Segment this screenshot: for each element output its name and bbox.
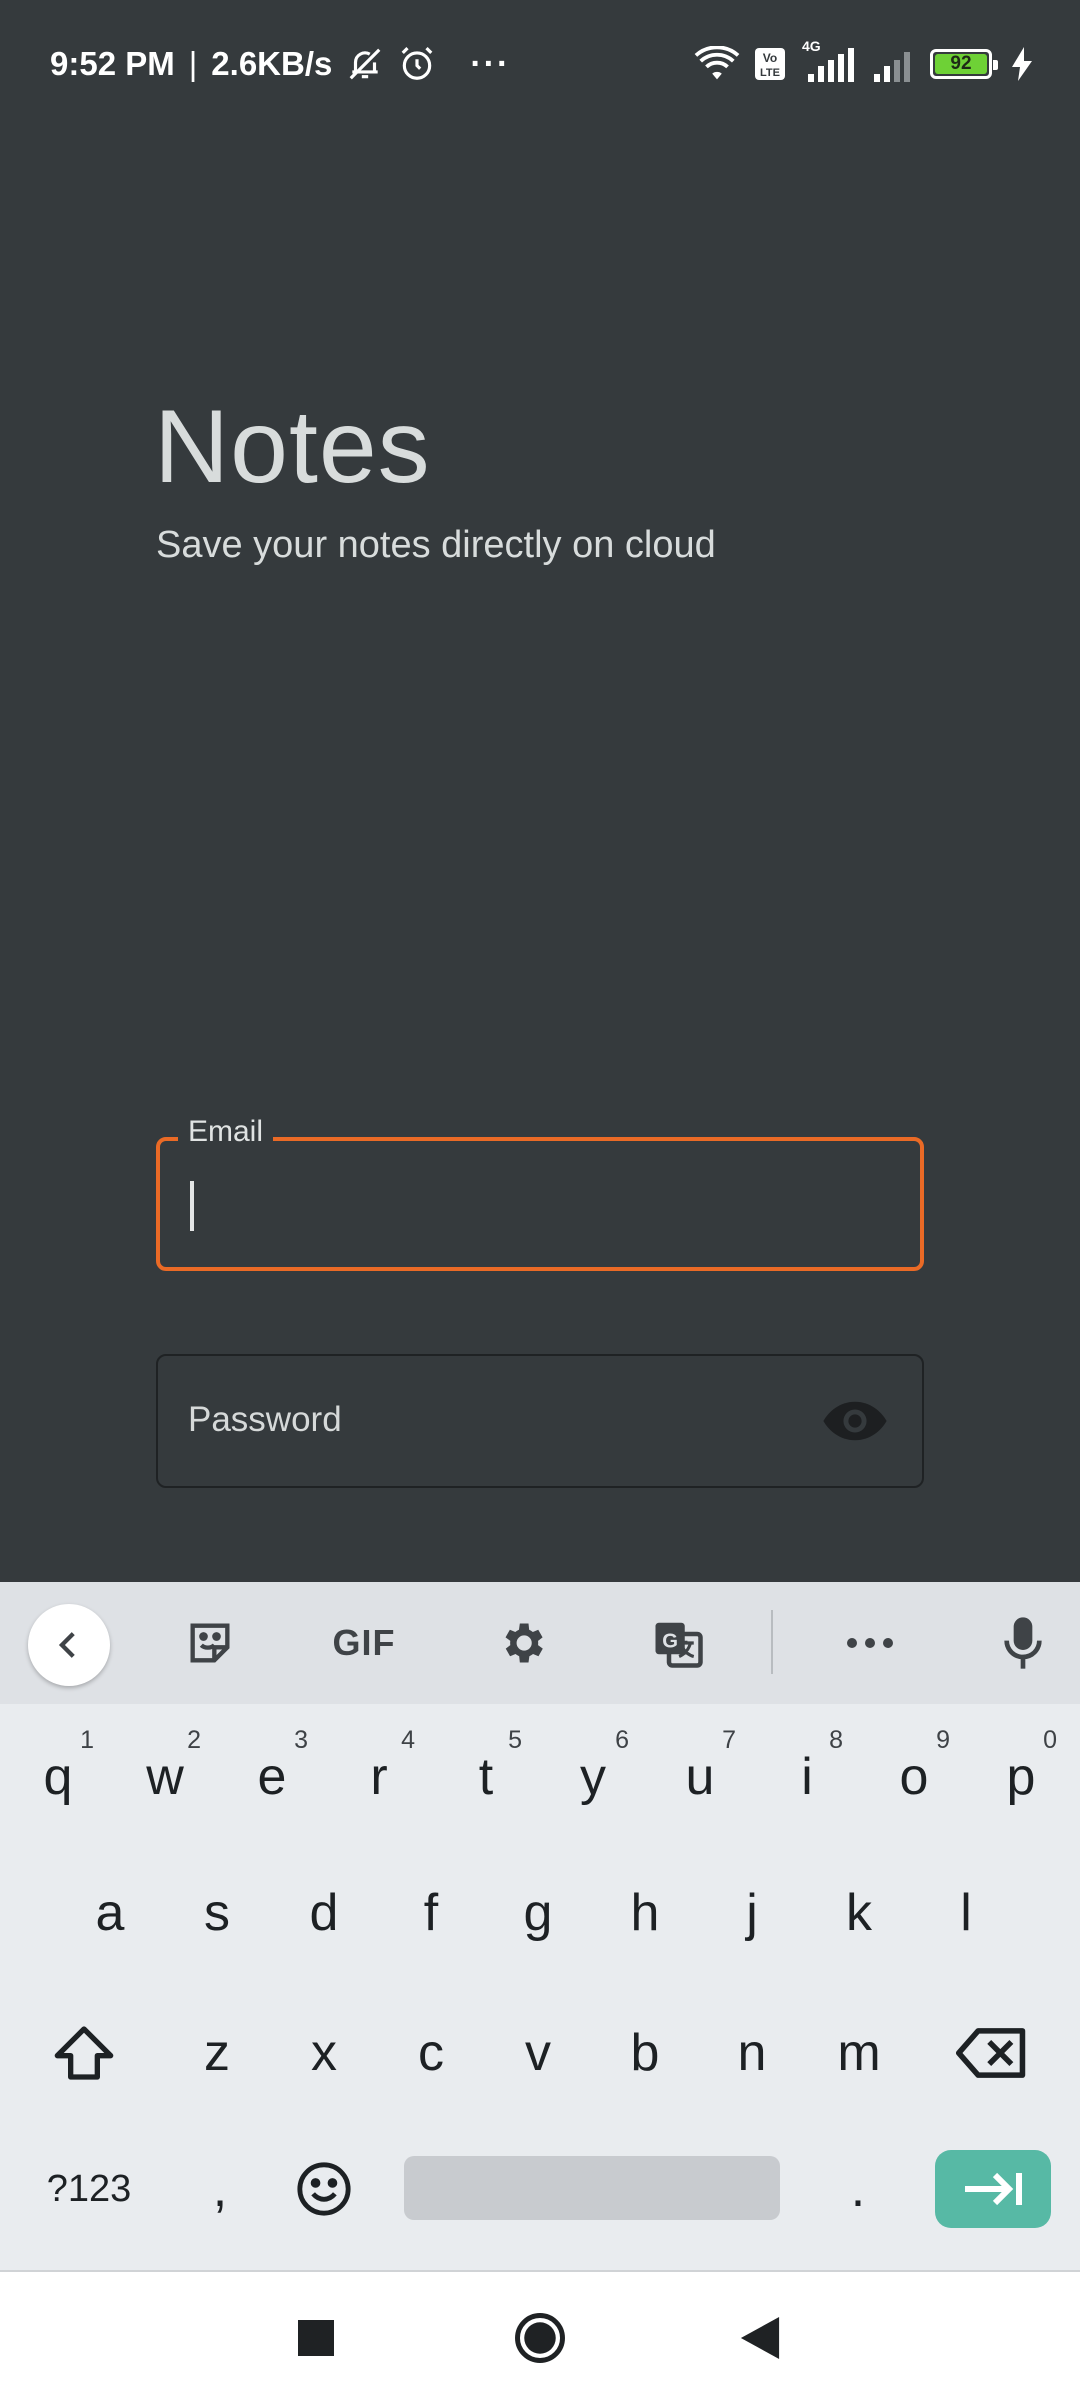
key-m[interactable]: m (809, 1998, 909, 2108)
period-key[interactable]: . (808, 2134, 908, 2244)
network-type: 4G (802, 38, 821, 54)
login-screen: 9:52 PM | 2.6KB/s ··· Vo LTE 4G 92 Notes… (0, 0, 1080, 2400)
password-placeholder: Password (188, 1400, 342, 1439)
shift-icon[interactable] (34, 1998, 134, 2108)
key-w[interactable]: w2 (115, 1722, 215, 1832)
more-notifications: ··· (470, 44, 511, 83)
key-f[interactable]: f (381, 1858, 481, 1968)
gif-label: GIF (332, 1622, 396, 1663)
microphone-icon[interactable] (996, 1608, 1050, 1678)
key-t[interactable]: t5 (436, 1722, 536, 1832)
key-l[interactable]: l (916, 1858, 1016, 1968)
sticker-icon[interactable] (180, 1608, 240, 1678)
navigation-bar (0, 2270, 1080, 2400)
backspace-icon[interactable] (942, 1998, 1042, 2108)
translate-icon[interactable]: G (648, 1608, 708, 1678)
gear-icon[interactable] (494, 1608, 550, 1678)
network-speed: 2.6KB/s (211, 45, 333, 82)
more-horizontal-icon[interactable] (842, 1608, 898, 1678)
toolbar-divider (771, 1610, 773, 1674)
chevron-left-icon[interactable] (28, 1604, 110, 1686)
email-label: Email (178, 1115, 274, 1149)
next-field-icon[interactable] (935, 2150, 1051, 2228)
key-h[interactable]: h (595, 1858, 695, 1968)
status-separator: | (188, 45, 198, 82)
signal-icon: 4G (800, 38, 858, 82)
key-d[interactable]: d (274, 1858, 374, 1968)
space-key[interactable] (404, 2156, 780, 2220)
volte-icon: Vo LTE (754, 47, 786, 81)
app-title: Notes (154, 389, 431, 505)
gif-button[interactable]: GIF (322, 1608, 406, 1678)
keyboard-toolbar: GIF G (0, 1582, 1080, 1704)
email-field[interactable]: Email (156, 1115, 924, 1271)
key-k[interactable]: k (809, 1858, 909, 1968)
svg-text:Vo: Vo (763, 51, 777, 65)
key-i[interactable]: i8 (757, 1722, 857, 1832)
key-e[interactable]: e3 (222, 1722, 322, 1832)
bell-off-icon (346, 45, 384, 83)
key-z[interactable]: z (167, 1998, 267, 2108)
key-j[interactable]: j (702, 1858, 802, 1968)
home-icon[interactable] (510, 2308, 570, 2368)
recents-icon[interactable] (286, 2308, 346, 2368)
back-icon[interactable] (730, 2308, 790, 2368)
key-s[interactable]: s (167, 1858, 267, 1968)
key-q[interactable]: q1 (8, 1722, 108, 1832)
battery-level: 92 (935, 53, 987, 74)
wifi-icon (694, 46, 740, 82)
keyboard: GIF G q 1 w 2 e 3 r 4 t 5 y 6 u 7 i 8 o … (0, 1582, 1080, 2270)
emoji-icon[interactable] (274, 2134, 374, 2244)
eye-icon[interactable] (822, 1396, 888, 1446)
status-bar: 9:52 PM | 2.6KB/s ··· Vo LTE 4G 92 (0, 0, 1080, 128)
key-p[interactable]: p0 (971, 1722, 1071, 1832)
status-right: Vo LTE 4G 92 (694, 38, 1032, 82)
app-subtitle: Save your notes directly on cloud (156, 524, 716, 566)
status-time: 9:52 PM (50, 45, 175, 82)
key-n[interactable]: n (702, 1998, 802, 2108)
key-y[interactable]: y6 (543, 1722, 643, 1832)
key-r[interactable]: r4 (329, 1722, 429, 1832)
key-v[interactable]: v (488, 1998, 588, 2108)
key-x[interactable]: x (274, 1998, 374, 2108)
signal-weak-icon (872, 46, 916, 82)
svg-text:G: G (662, 1631, 678, 1653)
key-c[interactable]: c (381, 1998, 481, 2108)
symbols-key[interactable]: ?123 (34, 2134, 144, 2244)
text-caret (190, 1181, 194, 1231)
battery-icon: 92 (930, 49, 998, 79)
password-field[interactable]: Password (156, 1354, 924, 1488)
status-left: 9:52 PM | 2.6KB/s ··· (50, 45, 510, 84)
key-o[interactable]: o9 (864, 1722, 964, 1832)
key-b[interactable]: b (595, 1998, 695, 2108)
comma-key[interactable]: , (170, 2134, 270, 2244)
key-a[interactable]: a (60, 1858, 160, 1968)
svg-text:LTE: LTE (760, 67, 780, 79)
charging-icon (1012, 47, 1032, 81)
alarm-icon (398, 45, 436, 83)
key-g[interactable]: g (488, 1858, 588, 1968)
key-u[interactable]: u7 (650, 1722, 750, 1832)
